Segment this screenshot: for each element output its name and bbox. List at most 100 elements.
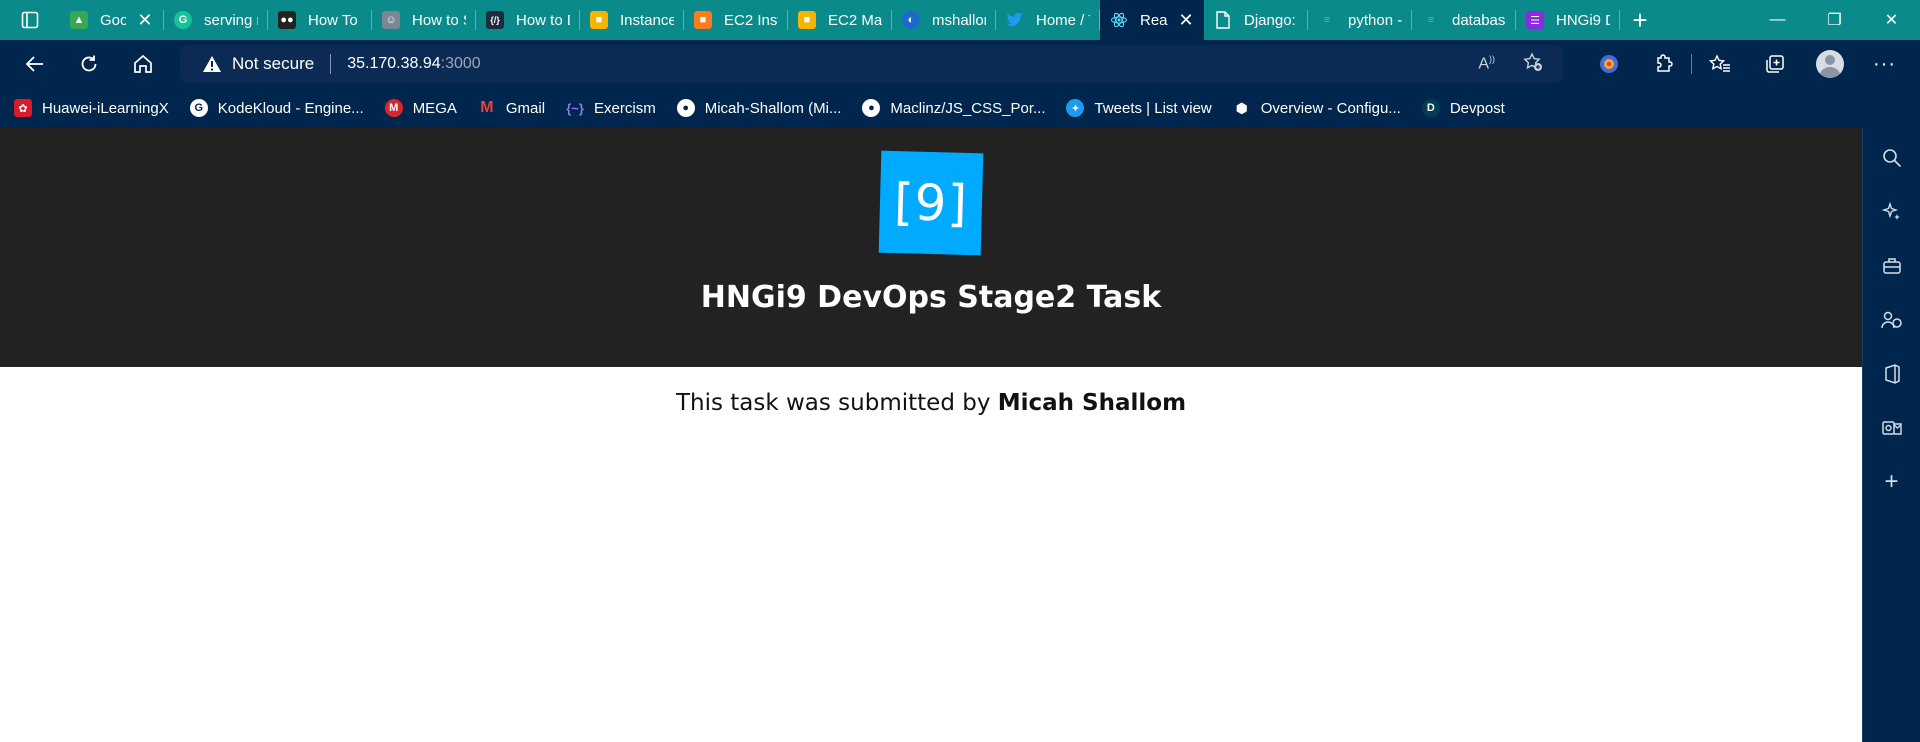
web-page: [9] HNGi9 DevOps Stage2 Task This task w… [0, 128, 1862, 742]
bookmark-huawei[interactable]: ✿ Huawei-iLearningX [14, 99, 169, 117]
avatar [1815, 50, 1844, 78]
submission-prefix: This task was submitted by [675, 390, 998, 416]
address-bar[interactable]: Not secure 35.170.38.94 :3000 A)) [180, 45, 1563, 83]
minimize-button[interactable]: — [1749, 0, 1806, 40]
refresh-button[interactable] [62, 40, 116, 88]
stackoverflow-icon: ≡ [1323, 14, 1331, 26]
huawei-icon: ✿ [14, 99, 32, 117]
tab-strip: ▲ Goo ✕ G serving r ●● How To S ☺ How to… [0, 0, 1920, 40]
profile-button[interactable] [1802, 40, 1857, 88]
tab-7[interactable]: ■ EC2 Man [788, 0, 892, 40]
add-favorite-icon[interactable] [1523, 51, 1543, 77]
tab-11[interactable]: Django: t [1204, 0, 1308, 40]
toolbar: Not secure 35.170.38.94 :3000 A)) ··· [0, 40, 1920, 88]
submission-text: This task was submitted by Micah Shallom [0, 390, 1862, 416]
stackoverflow-icon: ≡ [1427, 14, 1435, 26]
bookmark-github-micah[interactable]: ● Micah-Shallom (Mi... [676, 99, 841, 117]
collections-button[interactable] [1747, 40, 1802, 88]
restore-icon: ❐ [1827, 12, 1842, 29]
bookmarks-bar: ✿ Huawei-iLearningX G KodeKloud - Engine… [0, 88, 1920, 128]
hashicorp-icon: ⬢ [1235, 99, 1248, 116]
tab-0[interactable]: ▲ Goo ✕ [60, 0, 164, 40]
digitalocean-icon: ◐ [902, 11, 920, 29]
sidebar-add-button[interactable]: + [1872, 462, 1912, 502]
sidebar-tools-button[interactable] [1872, 246, 1912, 286]
kodekloud-icon: G [189, 99, 208, 117]
tab-10-active[interactable]: Reac ✕ [1100, 0, 1204, 40]
sidebar-search-button[interactable] [1872, 138, 1912, 178]
tab-5[interactable]: ■ Instances [580, 0, 684, 40]
settings-menu-button[interactable]: ··· [1857, 40, 1912, 88]
github-icon: ● [862, 99, 881, 117]
address-bar-icons: A)) [1478, 45, 1543, 83]
new-tab-button[interactable]: + [1620, 0, 1660, 40]
home-icon [134, 54, 152, 73]
bookmark-exercism[interactable]: {~} Exercism [566, 99, 656, 117]
tab-2[interactable]: ●● How To S [268, 0, 372, 40]
tab-1[interactable]: G serving r [164, 0, 268, 40]
bookmark-gmail[interactable]: M Gmail [478, 99, 545, 117]
bookmark-kodekloud[interactable]: G KodeKloud - Engine... [189, 99, 364, 117]
bookmark-github-maclinz[interactable]: ● Maclinz/JS_CSS_Por... [862, 99, 1045, 117]
not-secure-label: Not secure [232, 54, 315, 73]
page-header: [9] HNGi9 DevOps Stage2 Task [0, 128, 1862, 367]
office-icon [1884, 364, 1900, 384]
sidebar-outlook-button[interactable] [1872, 408, 1912, 448]
hng-logo: [9] [878, 150, 984, 256]
edge-sidebar: + [1862, 128, 1920, 742]
aws-ec2-icon: ■ [694, 11, 712, 29]
url-host: 35.170.38.94 [347, 55, 441, 72]
aws-box-icon: ■ [798, 11, 816, 29]
profile-icon: ☺ [382, 11, 400, 29]
sidebar-games-button[interactable] [1872, 300, 1912, 340]
puzzle-icon [1656, 54, 1673, 72]
extensions-button[interactable] [1636, 40, 1691, 88]
toolbar-right: ··· [1581, 40, 1920, 88]
url-port: :3000 [440, 55, 481, 72]
back-arrow-icon [25, 56, 43, 72]
tab-6[interactable]: ■ EC2 Insta [684, 0, 788, 40]
tab-actions-button[interactable] [0, 0, 60, 40]
exercism-icon: {~} [566, 100, 584, 116]
tab-14[interactable]: ☰ HNGi9 D [1516, 0, 1620, 40]
briefcase-icon [1882, 258, 1901, 274]
security-indicator[interactable]: Not secure [202, 54, 314, 74]
google-drive-icon: ▲ [70, 11, 88, 29]
tab-12[interactable]: ≡ python - [1308, 0, 1412, 40]
back-button[interactable] [8, 40, 62, 88]
plus-icon: + [1884, 468, 1899, 495]
refresh-icon [81, 55, 97, 72]
close-window-button[interactable]: ✕ [1863, 0, 1920, 40]
bookmark-devpost[interactable]: D Devpost [1421, 99, 1505, 117]
page-icon [1214, 11, 1232, 29]
github-icon: ● [676, 99, 695, 117]
favorites-icon [1708, 54, 1730, 72]
sparkle-icon [1881, 202, 1900, 220]
close-icon: ✕ [1884, 12, 1899, 29]
tab-3[interactable]: ☺ How to S [372, 0, 476, 40]
tab-actions-icon [21, 11, 39, 29]
bookmark-tweets[interactable]: ✦ Tweets | List view [1066, 99, 1212, 117]
sidebar-office-button[interactable] [1872, 354, 1912, 394]
tab-9[interactable]: Home / T [996, 0, 1100, 40]
tab-4[interactable]: {/} How to D [476, 0, 580, 40]
tab-13[interactable]: ≡ database [1412, 0, 1516, 40]
bookmark-mega[interactable]: M MEGA [384, 99, 457, 117]
close-tab-icon[interactable]: ✕ [1178, 10, 1194, 31]
bookmark-hashicorp[interactable]: ⬢ Overview - Configu... [1233, 99, 1401, 117]
window-controls: — ❐ ✕ [1749, 0, 1920, 40]
extension-button[interactable] [1581, 40, 1636, 88]
home-button[interactable] [116, 40, 170, 88]
extension-color-icon [1599, 55, 1618, 73]
people-icon [1880, 311, 1902, 329]
close-tab-icon[interactable]: ✕ [136, 10, 154, 31]
minimize-icon: — [1769, 11, 1786, 28]
twitter-icon [1006, 11, 1024, 29]
favorites-button[interactable] [1692, 40, 1747, 88]
restore-button[interactable]: ❐ [1806, 0, 1863, 40]
read-aloud-icon[interactable]: A)) [1478, 54, 1495, 73]
sidebar-discover-button[interactable] [1872, 192, 1912, 232]
tab-8[interactable]: ◐ mshallon [892, 0, 996, 40]
code-icon: {/} [486, 11, 504, 29]
logo-text: [9] [893, 173, 969, 233]
